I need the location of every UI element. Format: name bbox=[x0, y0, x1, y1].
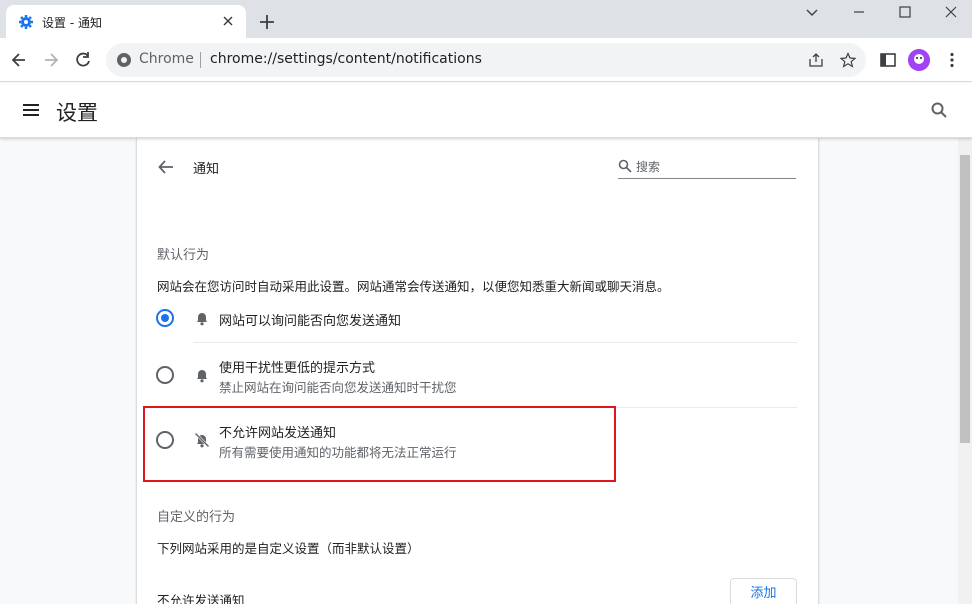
option-sublabel: 禁止网站在询问能否向您发送通知时干扰您 bbox=[219, 380, 457, 395]
blocked-list-title: 不允许发送通知 bbox=[157, 593, 245, 604]
reload-icon[interactable] bbox=[73, 50, 93, 70]
search-icon[interactable] bbox=[930, 101, 948, 119]
option-label: 网站可以询问能否向您发送通知 bbox=[219, 314, 402, 329]
back-icon[interactable] bbox=[9, 50, 29, 70]
address-bar[interactable]: Chrome chrome://settings/content/notific… bbox=[106, 43, 866, 77]
side-panel-icon[interactable] bbox=[879, 51, 897, 69]
settings-header: 设置 bbox=[0, 83, 972, 138]
settings-gear-icon bbox=[19, 15, 33, 29]
default-behavior-title: 默认行为 bbox=[157, 248, 210, 263]
bell-icon bbox=[197, 370, 207, 383]
scrollbar-thumb[interactable] bbox=[960, 155, 970, 443]
custom-behavior-description: 下列网站采用的是自定义设置（而非默认设置） bbox=[157, 541, 420, 556]
close-window-icon[interactable] bbox=[942, 4, 960, 20]
maximize-icon[interactable] bbox=[896, 4, 914, 20]
settings-title: 设置 bbox=[56, 101, 98, 125]
default-behavior-description: 网站会在您访问时自动采用此设置。网站通常会传送通知，以便您知悉重大新闻或聊天消息… bbox=[157, 279, 670, 294]
custom-behavior-title: 自定义的行为 bbox=[157, 510, 236, 525]
notifications-card: 通知 搜索 默认行为 网站会在您访问时自动采用此设置。网站通常会传送通知，以便您… bbox=[137, 138, 818, 604]
settings-page: 通知 搜索 默认行为 网站会在您访问时自动采用此设置。网站通常会传送通知，以便您… bbox=[0, 138, 958, 604]
divider bbox=[193, 342, 797, 343]
back-arrow-icon[interactable] bbox=[157, 158, 175, 176]
profile-avatar[interactable] bbox=[908, 49, 930, 71]
minimize-icon[interactable] bbox=[850, 4, 868, 20]
tab-search-chevron-icon[interactable] bbox=[803, 4, 821, 20]
search-placeholder: 搜索 bbox=[636, 160, 661, 174]
search-icon bbox=[618, 159, 632, 173]
bookmark-star-icon[interactable] bbox=[840, 52, 856, 68]
omnibox-url[interactable]: chrome://settings/content/notifications bbox=[210, 51, 482, 67]
hamburger-menu-icon[interactable] bbox=[22, 102, 40, 118]
close-tab-icon[interactable] bbox=[220, 13, 236, 29]
new-tab-icon[interactable] bbox=[258, 13, 276, 31]
tab-title: 设置 - 通知 bbox=[42, 16, 102, 30]
forward-icon[interactable] bbox=[41, 50, 61, 70]
browser-tab[interactable]: 设置 - 通知 bbox=[6, 5, 246, 38]
add-button[interactable]: 添加 bbox=[730, 578, 797, 604]
subpage-title: 通知 bbox=[193, 162, 220, 177]
chrome-icon[interactable] bbox=[116, 52, 132, 68]
share-icon[interactable] bbox=[808, 52, 824, 68]
radio-quieter-messaging[interactable] bbox=[156, 366, 174, 384]
bell-icon bbox=[197, 313, 207, 326]
search-field[interactable]: 搜索 bbox=[618, 155, 796, 179]
radio-allow-ask[interactable] bbox=[156, 309, 174, 327]
browser-toolbar: Chrome chrome://settings/content/notific… bbox=[0, 38, 972, 82]
omnibox-separator bbox=[200, 52, 201, 68]
browser-titlebar: 设置 - 通知 bbox=[0, 0, 972, 38]
option-label: 使用干扰性更低的提示方式 bbox=[219, 361, 376, 376]
omnibox-origin: Chrome bbox=[139, 51, 194, 67]
more-menu-icon[interactable] bbox=[943, 51, 961, 69]
highlight-box bbox=[143, 406, 616, 482]
